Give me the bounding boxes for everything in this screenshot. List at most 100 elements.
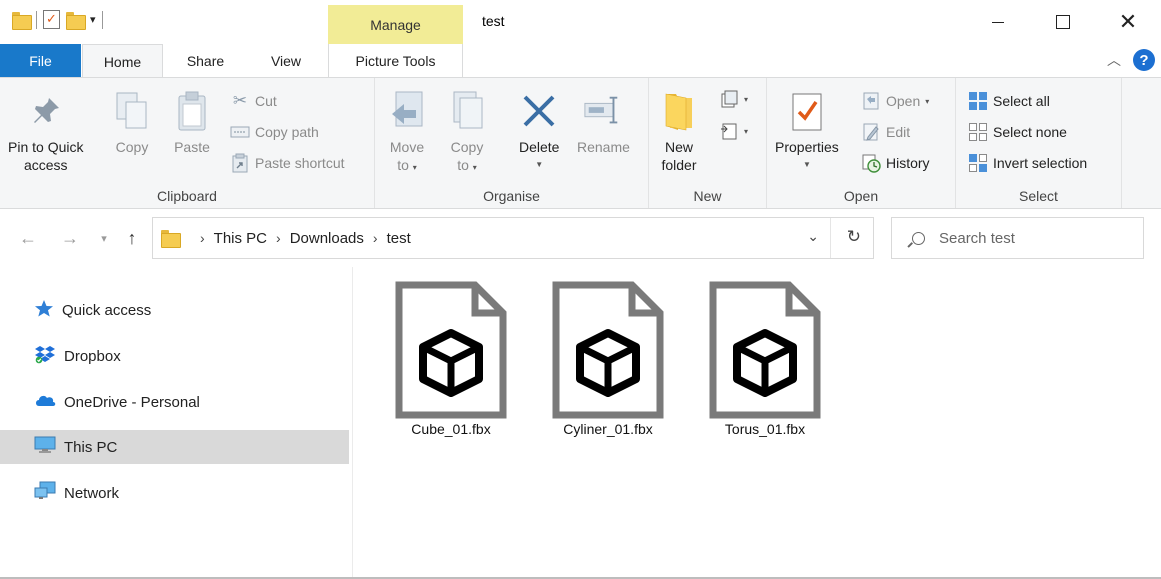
cut-button[interactable]: ✂ Cut xyxy=(230,90,277,112)
forward-arrow-icon[interactable]: → xyxy=(58,224,82,252)
fbx-file-icon xyxy=(709,281,821,419)
sidebar-item-onedrive[interactable]: OneDrive - Personal xyxy=(0,385,349,419)
select-all-icon xyxy=(968,91,988,111)
network-icon xyxy=(34,481,56,505)
manage-tab[interactable]: Manage xyxy=(328,5,463,44)
organise-group-label: Organise xyxy=(483,188,540,204)
open-button[interactable]: Open ▾ xyxy=(861,90,929,112)
new-folder-button[interactable]: New folder xyxy=(659,88,699,174)
select-none-button[interactable]: Select none xyxy=(968,121,1067,143)
open-label: Open xyxy=(886,93,921,109)
select-none-label: Select none xyxy=(993,124,1067,140)
edit-button[interactable]: Edit xyxy=(861,121,910,143)
tab-picture-tools[interactable]: Picture Tools xyxy=(328,44,463,77)
refresh-icon[interactable]: ↻ xyxy=(847,227,861,247)
minimize-button[interactable] xyxy=(966,0,1030,44)
customize-toolbar-dropdown-icon[interactable]: ▾ xyxy=(90,13,96,26)
breadcrumb-separator-icon[interactable]: › xyxy=(200,230,205,246)
navigation-pane: Quick access Dropbox OneDrive - Personal… xyxy=(0,267,353,579)
tab-file[interactable]: File xyxy=(0,44,81,77)
recent-locations-chevron-icon[interactable]: ▾ xyxy=(92,224,116,252)
delete-x-icon xyxy=(519,88,559,134)
new-folder-label-line2: folder xyxy=(661,157,697,173)
search-placeholder: Search test xyxy=(939,229,1015,247)
new-group: New folder ▾ ▾ New xyxy=(649,78,767,208)
paste-label: Paste xyxy=(174,139,210,155)
window-title: test xyxy=(482,13,505,29)
fbx-file-icon xyxy=(395,281,507,419)
toolbar-divider xyxy=(101,10,103,29)
tab-view[interactable]: View xyxy=(250,44,322,77)
ribbon-tabs: File Home Share View Picture Tools ︿ ? xyxy=(0,44,1161,78)
tab-home[interactable]: Home xyxy=(82,44,163,78)
sidebar-item-dropbox[interactable]: Dropbox xyxy=(0,339,349,373)
move-to-label-text: to xyxy=(397,157,409,173)
new-item-button[interactable]: ▾ xyxy=(719,88,748,110)
sidebar-item-network[interactable]: Network xyxy=(0,476,349,510)
file-name: Torus_01.fbx xyxy=(724,421,806,437)
move-to-dropdown-icon: ▾ xyxy=(412,163,417,172)
computer-icon xyxy=(34,436,56,458)
file-item[interactable]: Torus_01.fbx xyxy=(695,281,835,437)
file-item[interactable]: Cyliner_01.fbx xyxy=(538,281,678,437)
maximize-button[interactable] xyxy=(1031,0,1095,44)
copy-to-label-text: to xyxy=(457,157,469,173)
select-all-button[interactable]: Select all xyxy=(968,90,1050,112)
invert-selection-icon xyxy=(968,153,988,173)
copy-button[interactable]: Copy xyxy=(112,88,152,156)
address-dropdown-chevron-icon[interactable]: ⌄ xyxy=(807,228,819,245)
copy-path-icon xyxy=(230,122,250,142)
move-to-icon xyxy=(387,88,427,134)
quick-access-toolbar: ▾ xyxy=(12,10,103,30)
copy-to-label-line1: Copy xyxy=(450,139,484,155)
help-icon[interactable]: ? xyxy=(1133,49,1155,71)
breadcrumb-this-pc[interactable]: This PC xyxy=(214,230,267,247)
properties-button[interactable]: Properties ▼ xyxy=(775,88,839,174)
delete-dropdown-icon: ▼ xyxy=(535,160,544,169)
dropbox-icon xyxy=(34,344,56,368)
open-icon xyxy=(861,91,881,111)
close-button[interactable]: ✕ xyxy=(1096,0,1160,44)
sidebar-item-this-pc[interactable]: This PC xyxy=(0,430,349,464)
collapse-ribbon-chevron-icon[interactable]: ︿ xyxy=(1107,50,1121,70)
toolbar-divider xyxy=(36,10,37,29)
paste-shortcut-button[interactable]: Paste shortcut xyxy=(230,152,345,174)
copy-to-button[interactable]: Copy to ▾ xyxy=(447,88,487,177)
move-to-button[interactable]: Move to ▾ xyxy=(387,88,427,177)
open-dropdown-icon: ▾ xyxy=(925,96,930,106)
rename-button[interactable]: Rename xyxy=(577,88,630,156)
properties-icon[interactable] xyxy=(43,10,60,29)
paste-shortcut-label: Paste shortcut xyxy=(255,155,345,171)
sidebar-item-quick-access[interactable]: Quick access xyxy=(0,293,349,327)
pin-label-line1: Pin to Quick xyxy=(8,139,84,155)
tab-share[interactable]: Share xyxy=(168,44,243,77)
breadcrumb-test[interactable]: test xyxy=(387,230,411,247)
copy-path-button[interactable]: Copy path xyxy=(230,121,319,143)
folder-icon xyxy=(161,230,181,248)
fbx-file-icon xyxy=(552,281,664,419)
invert-selection-button[interactable]: Invert selection xyxy=(968,152,1087,174)
navigation-bar: ← → ▾ ↑ › This PC › Downloads › test ⌄ ↻… xyxy=(0,209,1161,267)
organise-group: Move to ▾ Copy to ▾ Delete ▼ Rename Orga… xyxy=(375,78,649,208)
search-box[interactable]: Search test xyxy=(891,217,1144,259)
edit-label: Edit xyxy=(886,124,911,140)
breadcrumb-separator-icon[interactable]: › xyxy=(373,230,378,246)
delete-button[interactable]: Delete ▼ xyxy=(519,88,559,174)
paste-button[interactable]: Paste xyxy=(172,88,212,156)
sidebar-item-label: Dropbox xyxy=(64,347,121,365)
folder-icon[interactable] xyxy=(12,11,32,30)
easy-access-button[interactable]: ▾ xyxy=(719,120,748,142)
copy-to-icon xyxy=(447,88,487,134)
copy-icon xyxy=(112,88,152,134)
pin-to-quick-access-button[interactable]: Pin to Quick access xyxy=(8,88,83,174)
back-arrow-icon[interactable]: ← xyxy=(16,224,40,252)
breadcrumb-separator-icon[interactable]: › xyxy=(276,230,281,246)
up-arrow-icon[interactable]: ↑ xyxy=(120,224,144,252)
new-folder-icon[interactable] xyxy=(66,11,86,30)
history-button[interactable]: History xyxy=(861,152,930,174)
address-bar[interactable]: › This PC › Downloads › test ⌄ ↻ xyxy=(152,217,874,259)
breadcrumb-downloads[interactable]: Downloads xyxy=(290,230,364,247)
file-item[interactable]: Cube_01.fbx xyxy=(381,281,521,437)
sidebar-item-label: Quick access xyxy=(62,301,152,319)
rename-icon xyxy=(583,88,623,134)
